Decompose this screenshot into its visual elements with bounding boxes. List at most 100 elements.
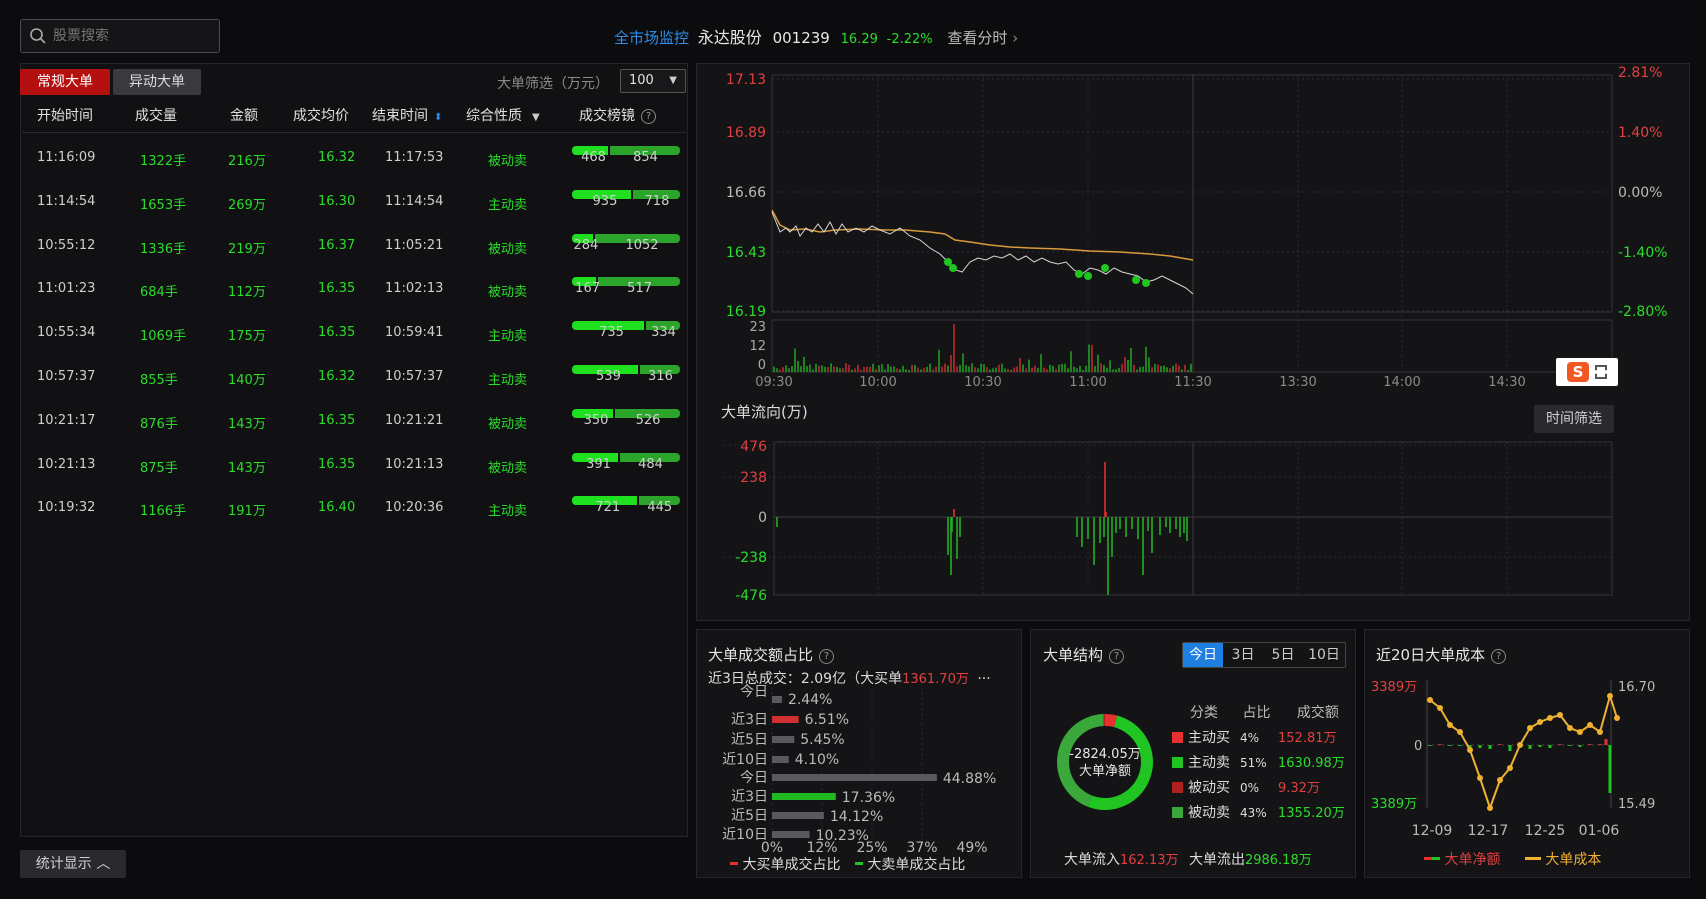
ratio-label: 近5日 [731, 808, 768, 824]
category-name: 被动卖 [1188, 805, 1230, 821]
sell-ratio-value: 14.12% [830, 809, 883, 825]
sell-ratio-bar [772, 793, 836, 800]
net-amount-label: 大单净额 [1079, 764, 1131, 779]
structure-item: 被动买 0% 9.32万 [1172, 777, 1320, 797]
net-amount-bar [1508, 745, 1512, 751]
category-pct: 43% [1240, 806, 1267, 820]
flow-tick: 0 [758, 510, 767, 526]
donut-segment [1087, 715, 1153, 810]
category-swatch [1172, 757, 1183, 768]
ratio-label: 近3日 [731, 789, 768, 805]
flow-bars [776, 462, 1188, 595]
time-tick: 11:30 [1174, 375, 1211, 390]
vol-tick: 0 [758, 358, 766, 373]
category-swatch [1172, 732, 1183, 743]
net-amount-bar [1458, 745, 1462, 746]
period-tab-today[interactable]: 今日 [1183, 643, 1223, 667]
pct-tick: -1.40% [1618, 245, 1668, 261]
net-amount-bar [1448, 745, 1452, 746]
sell-legend-marker [854, 862, 863, 865]
sogou-logo-icon: S [1567, 362, 1589, 382]
price-tick: 16.43 [726, 245, 766, 261]
ratio-chart: 今日 2.44% 近3日 6.51% 近5日 5.45% 近10日 4.10% 今日 44.88%… [722, 684, 996, 856]
ratio-title: 大单成交额占比? [708, 644, 835, 665]
price-axis-left: 17.13 16.89 16.66 16.43 16.19 [726, 72, 766, 320]
chevron-up-icon: ︿ [96, 856, 111, 872]
net-amount-bar [1428, 745, 1432, 746]
structure-item: 主动卖 51% 1630.98万 [1172, 752, 1345, 772]
floating-toolbar[interactable]: S [1556, 358, 1618, 386]
net-amount-value: -2824.05万 [1069, 747, 1140, 762]
buy-ratio-bar [772, 696, 782, 703]
cost-chart: 3389万 0 3389万 16.70 15.49 12-09 12-17 12… [1371, 680, 1655, 839]
time-tick: 10:30 [964, 375, 1001, 390]
cost-title: 近20日大单成本? [1376, 644, 1507, 665]
ratio-legend: 大买单成交占比 大卖单成交占比 [730, 854, 965, 874]
price-tick: 16.66 [726, 185, 766, 201]
pct-tick: 0.00% [1618, 185, 1662, 201]
net-amount-bar [1608, 745, 1612, 793]
net-amount-bar [1548, 745, 1552, 748]
help-icon[interactable]: ? [1109, 649, 1125, 664]
vol-tick: 12 [749, 339, 766, 354]
cost-left-mid: 0 [1414, 739, 1422, 754]
buy-ratio-bar [772, 716, 799, 723]
stats-display-button[interactable]: 统计显示 ︿ [20, 850, 126, 878]
time-tick: 14:00 [1383, 375, 1420, 390]
pct-tick: -2.80% [1618, 304, 1668, 320]
volume-axis: 23 12 0 [749, 320, 766, 373]
sell-ratio-bar [772, 812, 824, 819]
category-pct: 4% [1240, 731, 1260, 745]
time-tick: 11:00 [1069, 375, 1106, 390]
ratio-label: 今日 [740, 684, 768, 700]
net-amount-bar [1438, 744, 1442, 745]
category-amount: 9.32万 [1278, 781, 1320, 796]
time-axis: 09:30 10:00 10:30 11:00 11:30 13:30 14:0… [755, 375, 1618, 390]
flow-summary: 大单流入162.13万 大单流出2986.18万 [1064, 852, 1312, 868]
intraday-chart: 17.13 16.89 16.66 16.43 16.19 2.81% 1.40… [721, 65, 1668, 604]
cost-line [1429, 692, 1618, 812]
cost-right-top: 16.70 [1618, 680, 1655, 695]
price-tick: 17.13 [726, 72, 766, 88]
net-amount-bar [1488, 745, 1492, 749]
category-swatch [1172, 782, 1183, 793]
net-amount-bar [1588, 744, 1592, 745]
net-amount-bar [1538, 745, 1542, 747]
ratio-label: 近10日 [722, 752, 768, 768]
period-tab-5d[interactable]: 5日 [1263, 643, 1303, 667]
buy-ratio-value: 5.45% [800, 732, 844, 748]
category-pct: 51% [1240, 756, 1267, 770]
structure-item: 主动买 4% 152.81万 [1172, 727, 1337, 747]
sell-ratio-value: 17.36% [842, 790, 895, 806]
structure-title: 大单结构? [1043, 644, 1125, 665]
sell-ratio-bar [772, 831, 810, 838]
category-amount: 152.81万 [1278, 731, 1337, 746]
ratio-label: 近5日 [731, 732, 768, 748]
net-legend-marker [1424, 857, 1440, 860]
period-tab-3d[interactable]: 3日 [1223, 643, 1263, 667]
structure-item: 被动卖 43% 1355.20万 [1172, 802, 1345, 822]
cost-left-top: 3389万 [1371, 680, 1417, 695]
help-icon[interactable]: ? [819, 649, 835, 664]
cost-left-bot: 3389万 [1371, 797, 1417, 812]
category-name: 主动卖 [1188, 755, 1230, 771]
time-tick: 10:00 [859, 375, 896, 390]
help-icon[interactable]: ? [1491, 649, 1507, 664]
period-tab-10d[interactable]: 10日 [1303, 643, 1345, 667]
category-amount: 1355.20万 [1278, 806, 1345, 821]
period-tabs: 今日 3日 5日 10日 [1182, 642, 1346, 668]
expand-icon[interactable] [1595, 365, 1607, 379]
cost-legend-marker [1524, 857, 1541, 860]
vol-tick: 23 [749, 320, 766, 335]
pct-tick: 2.81% [1618, 65, 1662, 81]
sell-ratio-bar [772, 774, 937, 781]
flow-tick: 238 [740, 470, 767, 486]
net-amount-bar [1568, 745, 1572, 746]
net-amount-bar [1578, 745, 1582, 747]
ratio-label: 今日 [740, 770, 768, 786]
flow-grid [724, 442, 1612, 595]
time-filter-button[interactable]: 时间筛选 [1534, 405, 1614, 433]
buy-ratio-value: 2.44% [788, 692, 832, 708]
net-amount-bar [1498, 744, 1502, 745]
flow-title: 大单流向(万) [721, 403, 808, 421]
